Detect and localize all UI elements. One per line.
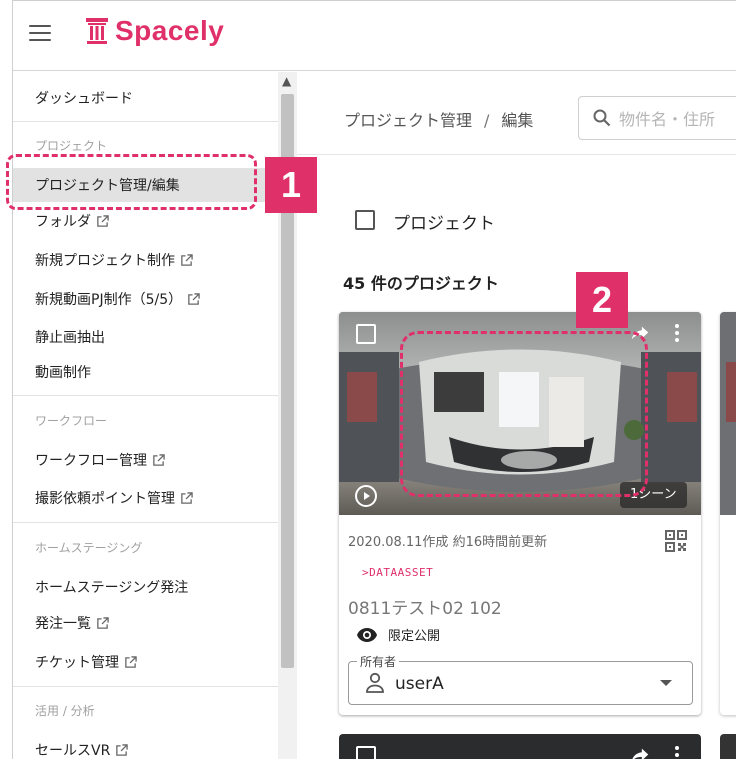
sidebar-divider bbox=[13, 121, 278, 122]
owner-select-label: 所有者 bbox=[357, 653, 400, 670]
annotation-step-2-badge: 2 bbox=[576, 272, 628, 328]
owner-select[interactable]: 所有者 userA bbox=[348, 653, 693, 705]
sidebar-item-dashboard[interactable]: ダッシュボード bbox=[13, 81, 278, 115]
qr-code-icon[interactable] bbox=[665, 530, 687, 552]
more-vert-icon[interactable] bbox=[673, 744, 681, 759]
app-logo[interactable]: Spacely bbox=[85, 15, 224, 47]
annotation-step-1-badge: 1 bbox=[265, 157, 317, 213]
sidebar-item-sales-vr[interactable]: セールスVR bbox=[13, 733, 278, 759]
project-count: 45 件のプロジェクト bbox=[343, 274, 499, 293]
owner-select-value: userA bbox=[395, 674, 444, 694]
sidebar-item-order-list[interactable]: 発注一覧 bbox=[13, 606, 278, 640]
project-name[interactable]: 0811テスト02 102 bbox=[348, 594, 502, 619]
external-link-icon bbox=[97, 616, 109, 629]
external-link-icon bbox=[116, 743, 129, 756]
breadcrumb-item-project-management[interactable]: プロジェクト管理 bbox=[344, 111, 472, 130]
visibility-status: 限定公開 bbox=[356, 625, 440, 644]
pillar-logo-icon bbox=[86, 18, 108, 44]
sidebar-item-label: フォルダ bbox=[35, 214, 91, 230]
hamburger-menu-icon[interactable] bbox=[29, 25, 51, 43]
sidebar-item-ticket-management[interactable]: チケット管理 bbox=[13, 645, 278, 679]
sidebar-divider bbox=[13, 686, 278, 687]
share-icon[interactable] bbox=[629, 744, 651, 759]
card-date: 2020.08.11作成 約16時間前更新 bbox=[348, 535, 548, 550]
sidebar-item-label: 動画制作 bbox=[35, 365, 91, 381]
external-link-icon bbox=[181, 491, 193, 504]
project-card-partial[interactable] bbox=[720, 312, 736, 715]
main-divider bbox=[297, 154, 736, 155]
play-circle-icon[interactable] bbox=[354, 484, 378, 508]
sidebar-divider bbox=[13, 395, 278, 396]
external-link-icon bbox=[125, 655, 137, 668]
section-header-project: プロジェクト bbox=[35, 139, 108, 153]
sidebar-item-label: 撮影依頼ポイント管理 bbox=[35, 491, 175, 507]
search-input[interactable]: 物件名・住所 bbox=[578, 96, 736, 140]
sidebar-item-workflow-management[interactable]: ワークフロー管理 bbox=[13, 443, 278, 477]
breadcrumb: プロジェクト管理 / 編集 bbox=[344, 107, 533, 131]
scroll-up-arrow-icon[interactable]: ▲ bbox=[282, 74, 291, 88]
select-all-label: プロジェクト bbox=[393, 214, 495, 234]
search-placeholder: 物件名・住所 bbox=[619, 110, 716, 129]
project-card-partial-next-row[interactable] bbox=[720, 734, 736, 759]
annotation-highlight-1 bbox=[6, 154, 257, 210]
sidebar-item-label: 発注一覧 bbox=[35, 616, 91, 632]
user-icon bbox=[366, 672, 384, 693]
card-select-checkbox[interactable] bbox=[356, 746, 376, 759]
sidebar-item-label: 新規動画PJ制作（5/5） bbox=[35, 292, 183, 308]
eye-icon bbox=[357, 627, 377, 642]
breadcrumb-item-edit: 編集 bbox=[501, 111, 534, 130]
annotation-highlight-2 bbox=[400, 331, 648, 497]
external-link-icon bbox=[153, 453, 165, 466]
sidebar-item-home-staging-order[interactable]: ホームステージング発注 bbox=[13, 570, 278, 604]
sidebar-item-label: セールスVR bbox=[35, 743, 111, 759]
sidebar-item-shooting-request[interactable]: 撮影依頼ポイント管理 bbox=[13, 481, 278, 515]
section-header-analytics: 活用 / 分析 bbox=[35, 704, 95, 718]
sidebar-item-new-project[interactable]: 新規プロジェクト制作 bbox=[13, 243, 278, 277]
dropdown-caret-icon[interactable] bbox=[660, 680, 672, 686]
logo-text: Spacely bbox=[115, 15, 225, 46]
external-link-icon bbox=[188, 292, 200, 305]
project-card-next-row[interactable] bbox=[339, 734, 701, 759]
visibility-label: 限定公開 bbox=[388, 629, 441, 644]
project-thumbnail-image[interactable] bbox=[720, 312, 736, 515]
sidebar-item-new-video-project[interactable]: 新規動画PJ制作（5/5） bbox=[13, 282, 278, 316]
sidebar-item-label: 静止画抽出 bbox=[35, 330, 105, 346]
sidebar-item-label: チケット管理 bbox=[35, 655, 119, 671]
card-select-checkbox[interactable] bbox=[356, 324, 376, 344]
search-icon bbox=[593, 109, 611, 127]
section-header-home-staging: ホームステージング bbox=[35, 541, 143, 555]
sidebar-item-video-production[interactable]: 動画制作 bbox=[13, 355, 278, 389]
sidebar-item-label: ワークフロー管理 bbox=[35, 453, 147, 469]
sidebar-item-label: ダッシュボード bbox=[35, 91, 133, 107]
card-tag-link[interactable]: >DATAASSET bbox=[362, 566, 433, 579]
sidebar-item-label: ホームステージング発注 bbox=[35, 580, 189, 596]
select-all-checkbox[interactable] bbox=[355, 210, 375, 230]
external-link-icon bbox=[181, 253, 193, 266]
breadcrumb-separator: / bbox=[484, 111, 490, 130]
section-header-workflow: ワークフロー bbox=[35, 414, 108, 428]
sidebar-divider bbox=[13, 522, 278, 523]
sidebar-item-still-extraction[interactable]: 静止画抽出 bbox=[13, 320, 278, 354]
external-link-icon bbox=[97, 214, 109, 227]
top-app-bar: Spacely bbox=[13, 1, 736, 71]
more-vert-icon[interactable] bbox=[673, 322, 681, 344]
sidebar-item-label: 新規プロジェクト制作 bbox=[35, 253, 175, 269]
